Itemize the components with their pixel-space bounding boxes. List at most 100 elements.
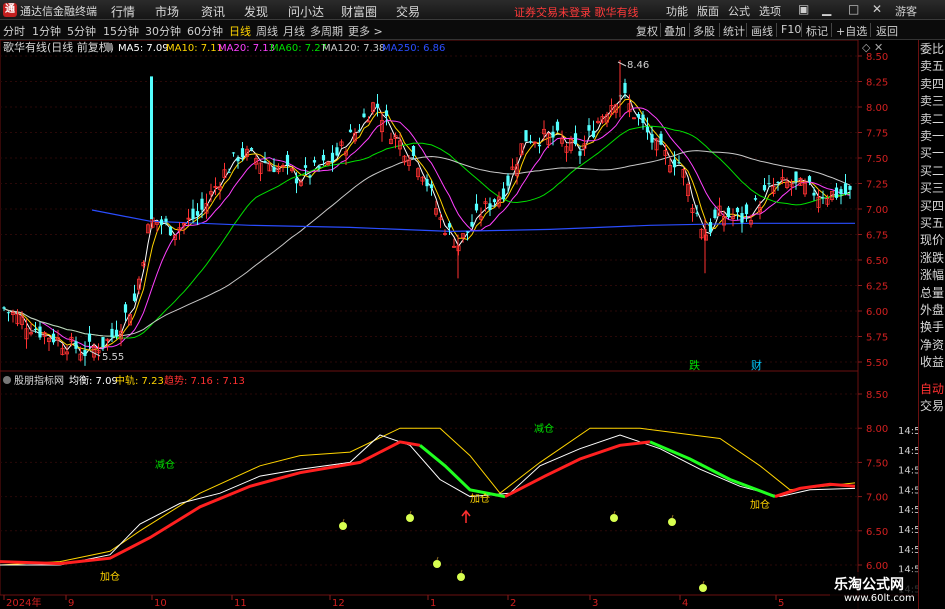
mark-button[interactable]: 标记 [806, 23, 828, 39]
apple-stem [702, 580, 705, 585]
price-tick-label: 5.50 [866, 358, 888, 369]
candle-body [848, 185, 852, 190]
time-axis: 2024年 9 10 11 12 1 2 3 4 5 [3, 595, 784, 609]
candle-body [114, 329, 119, 337]
draw-line-button[interactable]: 画线 [751, 23, 773, 39]
time-label: 14:56 [898, 545, 918, 556]
candlesticks [2, 60, 852, 366]
candle-body [227, 171, 231, 173]
side-tab[interactable]: 换手 [920, 318, 945, 336]
side-tab[interactable]: 卖四 [920, 75, 945, 93]
period-daily[interactable]: 日线 [229, 23, 251, 39]
multi-stock-button[interactable]: 多股 [693, 23, 715, 39]
candle-body [753, 198, 758, 200]
candle-body [110, 328, 114, 338]
side-tab[interactable]: 买三 [920, 179, 945, 197]
guest-label[interactable]: 游客 [895, 3, 917, 19]
side-tab[interactable]: 收益 [920, 353, 945, 371]
side-tab[interactable]: 外盘 [920, 301, 945, 319]
menu-ask[interactable]: 问小达 [288, 3, 324, 20]
menu-news[interactable]: 资讯 [201, 3, 225, 20]
price-tick-label: 8.00 [866, 103, 888, 114]
period-60min[interactable]: 60分钟 [187, 23, 223, 39]
period-multi[interactable]: 多周期 [310, 23, 343, 39]
side-tab[interactable]: 卖五 [920, 57, 945, 75]
apple-icon [339, 522, 347, 530]
side-tab[interactable]: 卖二 [920, 110, 945, 128]
indicator-name: 股朋指标网 [14, 374, 64, 387]
trend-curve-up [0, 440, 421, 566]
watermark-title: 乐淘公式网 [834, 577, 904, 593]
period-30min[interactable]: 30分钟 [145, 23, 181, 39]
minimize-icon[interactable]: ▁ [822, 2, 831, 16]
skin-icon[interactable]: ▣ [798, 2, 809, 16]
candle-body [6, 312, 11, 314]
candle-body [740, 213, 744, 223]
candle-body [263, 161, 267, 163]
price-tick-label: 6.25 [866, 282, 888, 293]
menu-market[interactable]: 市场 [155, 3, 179, 20]
side-tab[interactable]: 卖一 [920, 127, 945, 145]
side-tab[interactable]: 涨幅 [920, 266, 945, 284]
candle-body [101, 337, 105, 348]
side-tab[interactable]: 交易 [920, 397, 945, 415]
candle-body [501, 188, 506, 200]
settings-icon[interactable] [105, 43, 113, 51]
apple-stem [342, 518, 345, 523]
high-price-label: 8.46 [627, 60, 649, 71]
menu-function[interactable]: 功能 [666, 3, 688, 19]
side-tab[interactable]: 买五 [920, 214, 945, 232]
price-tick-label: 6.50 [866, 527, 888, 538]
side-tab[interactable]: 买一 [920, 144, 945, 162]
sub-settings-icon[interactable] [3, 376, 11, 384]
side-tab[interactable]: 总量 [920, 284, 945, 302]
menu-layout[interactable]: 版面 [697, 3, 719, 19]
balance-legend: 均衡: 7.09 [69, 375, 118, 387]
add-signal: 加仓 [470, 492, 490, 505]
period-5min[interactable]: 5分钟 [67, 23, 96, 39]
statistics-button[interactable]: 统计 [723, 23, 745, 39]
time-label: 14:56 [898, 426, 918, 437]
close-icon[interactable]: ✕ [872, 2, 882, 16]
period-weekly[interactable]: 周线 [256, 23, 278, 39]
candle-body [726, 207, 731, 218]
menu-wealth[interactable]: 财富圈 [341, 3, 377, 20]
apple-icon [610, 514, 618, 522]
candle-body [623, 82, 627, 94]
menu-quotes[interactable]: 行情 [111, 3, 135, 20]
candle-body [168, 226, 173, 236]
watermark-url: www.60lt.com [844, 593, 915, 604]
menu-trade[interactable]: 交易 [396, 3, 420, 20]
event-marker-finance[interactable]: 财 [751, 358, 762, 372]
candle-body [411, 146, 416, 156]
side-tab[interactable]: 涨跌 [920, 249, 945, 267]
add-watchlist-button[interactable]: +自选 [836, 23, 867, 39]
period-1min[interactable]: 1分钟 [32, 23, 61, 39]
overlay-button[interactable]: 叠加 [664, 23, 686, 39]
side-tab[interactable]: 买四 [920, 197, 945, 215]
side-tab[interactable]: 自动 [920, 380, 945, 398]
period-intraday[interactable]: 分时 [3, 23, 25, 39]
menu-formula[interactable]: 公式 [728, 3, 750, 19]
menu-discover[interactable]: 发现 [244, 3, 268, 20]
side-tab[interactable]: 委比 [920, 40, 945, 58]
candle-body [578, 151, 582, 156]
side-tab[interactable]: 现价 [920, 231, 945, 249]
chart-area[interactable]: 歌华有线(日线 前复权) MA5: 7.09 MA10: 7.11 MA20: … [0, 40, 918, 609]
candle-body [236, 157, 240, 162]
back-button[interactable]: 返回 [876, 23, 898, 39]
f10-button[interactable]: F10 [781, 23, 801, 36]
period-monthly[interactable]: 月线 [283, 23, 305, 39]
side-tab[interactable]: 买二 [920, 162, 945, 180]
period-15min[interactable]: 15分钟 [103, 23, 139, 39]
side-tab[interactable]: 净资 [920, 336, 945, 354]
maximize-icon[interactable]: □ [848, 2, 859, 16]
adjust-button[interactable]: 复权 [636, 23, 658, 39]
side-tab[interactable]: 卖三 [920, 92, 945, 110]
price-tick-label: 7.50 [866, 154, 888, 165]
time-tick-label: 2024年 [6, 596, 41, 609]
event-marker-drop[interactable]: 跌 [689, 358, 700, 372]
period-more[interactable]: 更多 > [348, 23, 383, 39]
menu-options[interactable]: 选项 [759, 3, 781, 19]
ma5-label: MA5: 7.09 [118, 43, 169, 54]
